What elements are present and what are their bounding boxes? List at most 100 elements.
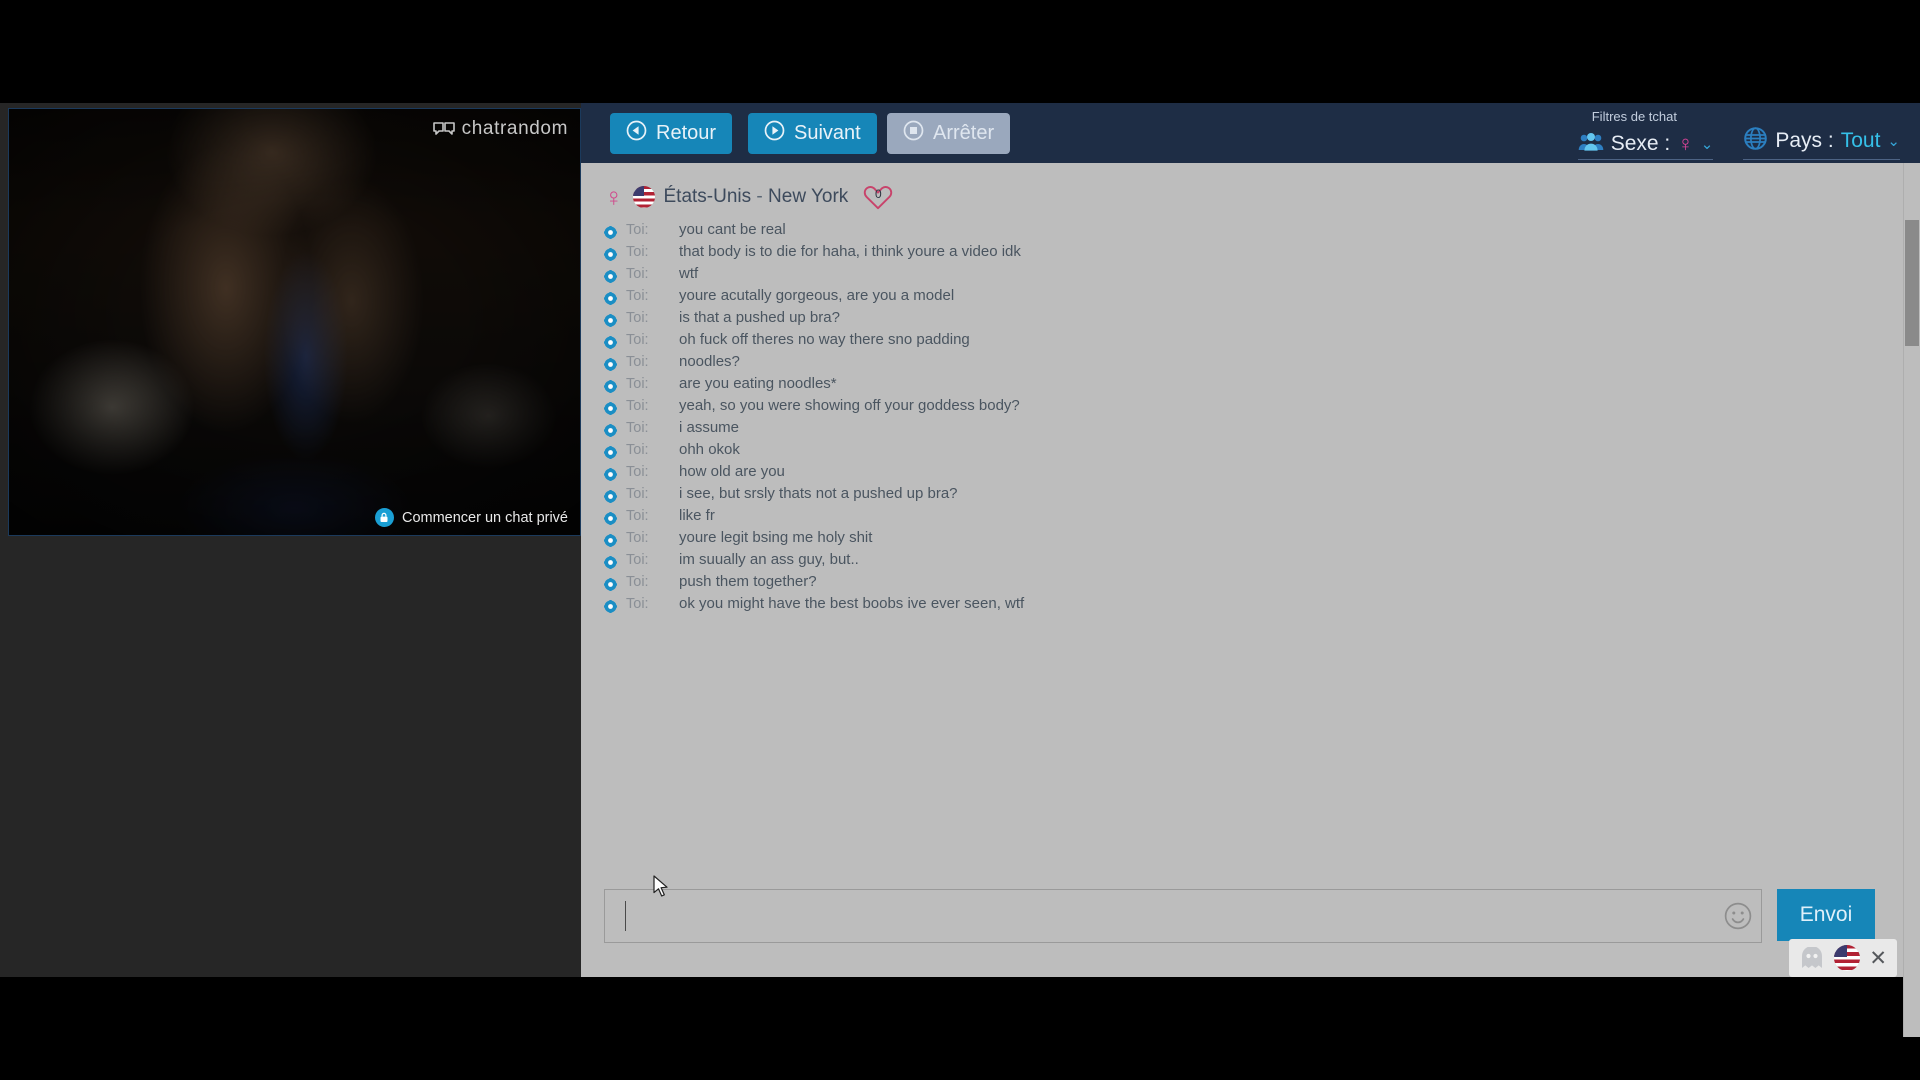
- country-filter[interactable]: Pays : Tout ⌄: [1743, 126, 1900, 160]
- gear-bullet-icon: [604, 225, 617, 239]
- message-author: Toi:: [626, 464, 649, 480]
- message-text: noodles?: [679, 353, 740, 370]
- gear-bullet-icon: [604, 599, 617, 613]
- message-author: Toi:: [626, 244, 649, 260]
- back-button[interactable]: Retour: [610, 113, 733, 154]
- chat-message-row: Toi: i see, but srsly thats not a pushed …: [604, 485, 1874, 507]
- message-text: im suually an ass guy, but..: [679, 551, 859, 568]
- message-text: that body is to die for haha, i think yo…: [679, 243, 1021, 260]
- location-separator: -: [756, 186, 763, 207]
- gender-filter-label: Sexe :: [1610, 132, 1671, 155]
- translate-widget[interactable]: ✕: [1789, 939, 1897, 977]
- like-button[interactable]: 0: [863, 184, 893, 210]
- gender-filter-value: ♀: [1677, 131, 1694, 156]
- gear-bullet-icon: [604, 357, 617, 371]
- chat-message-row: Toi: i assume: [604, 419, 1874, 441]
- chat-filters: Filtres de tchat Sexe: ♀ ⌄ Pays: Tout …: [1577, 109, 1900, 160]
- gear-bullet-icon: [604, 335, 617, 349]
- message-text: ok you might have the best boobs ive eve…: [679, 595, 1025, 612]
- partner-info-bar: ♀ États-Unis - New York 0: [604, 184, 893, 210]
- message-text: like fr: [679, 507, 715, 524]
- video-column: chatrandom Commencer un chat privé: [0, 103, 581, 977]
- ghost-avatar-icon: [1799, 946, 1825, 969]
- chat-message-row: Toi: is that a pushed up bra?: [604, 309, 1874, 331]
- start-private-chat-label: Commencer un chat privé: [401, 509, 568, 526]
- smiley-face-icon[interactable]: [1724, 902, 1752, 930]
- gender-filter[interactable]: Sexe : ♀ ⌄: [1577, 131, 1714, 160]
- like-count: 0: [874, 187, 882, 201]
- brand-name: chatrandom: [461, 118, 568, 139]
- country-filter-value: Tout: [1840, 129, 1881, 152]
- message-author: Toi:: [626, 332, 649, 348]
- remote-video-player[interactable]: chatrandom Commencer un chat privé: [8, 108, 581, 536]
- previous-arrow-icon: [626, 120, 647, 147]
- start-private-chat-button[interactable]: Commencer un chat privé: [374, 508, 568, 527]
- message-text: are you eating noodles*: [679, 375, 837, 392]
- chatrandom-watermark: chatrandom: [432, 118, 568, 140]
- message-author: Toi:: [626, 596, 649, 612]
- close-x-icon[interactable]: ✕: [1869, 948, 1887, 969]
- video-vignette: [9, 109, 580, 535]
- gear-bullet-icon: [604, 423, 617, 437]
- message-author: Toi:: [626, 442, 649, 458]
- stop-square-icon: [903, 120, 924, 147]
- next-button[interactable]: Suivant: [748, 113, 877, 154]
- chat-message-row: Toi: im suually an ass guy, but..: [604, 551, 1874, 573]
- us-flag-icon: [632, 186, 655, 208]
- gear-bullet-icon: [604, 291, 617, 305]
- partner-location: États-Unis - New York: [664, 186, 849, 208]
- screen: chatrandom Commencer un chat privé Retou…: [0, 0, 1920, 1080]
- message-author: Toi:: [626, 508, 649, 524]
- message-author: Toi:: [626, 486, 649, 502]
- chat-body: ♀ États-Unis - New York 0 Toi: you cant …: [581, 163, 1920, 1037]
- message-list: Toi: you cant be real Toi: that body is to …: [604, 221, 1874, 617]
- gear-bullet-icon: [604, 577, 617, 591]
- play-arrow-icon: [764, 120, 785, 147]
- message-author: Toi:: [626, 376, 649, 392]
- gear-bullet-icon: [604, 555, 617, 569]
- message-author: Toi:: [626, 222, 649, 238]
- message-text: is that a pushed up bra?: [679, 309, 840, 326]
- chat-message-row: Toi: oh fuck off theres no way there sno …: [604, 331, 1874, 353]
- back-label: Retour: [656, 122, 717, 144]
- chat-message-row: Toi: how old are you: [604, 463, 1874, 485]
- chat-message-row: Toi: are you eating noodles*: [604, 375, 1874, 397]
- message-author: Toi:: [626, 354, 649, 370]
- double-speech-bubble-icon: [432, 121, 456, 138]
- message-author: Toi:: [626, 574, 649, 590]
- message-author: Toi:: [626, 266, 649, 282]
- chat-filters-title: Filtres de tchat: [1591, 109, 1677, 124]
- chat-toolbar: Retour Suivant Arrêter Filtres de tchat …: [581, 103, 1920, 163]
- message-author: Toi:: [626, 288, 649, 304]
- us-flag-icon[interactable]: [1834, 945, 1861, 971]
- message-text: how old are you: [679, 463, 785, 480]
- message-input[interactable]: [604, 889, 1762, 943]
- gear-bullet-icon: [604, 489, 617, 503]
- gear-bullet-icon: [604, 467, 617, 481]
- gear-bullet-icon: [604, 445, 617, 459]
- chat-message-row: Toi: that body is to die for haha, i thin…: [604, 243, 1874, 265]
- message-text: youre acutally gorgeous, are you a model: [679, 287, 955, 304]
- message-author: Toi:: [626, 552, 649, 568]
- send-button[interactable]: Envoi: [1777, 889, 1875, 941]
- next-label: Suivant: [794, 122, 861, 144]
- chat-column: Retour Suivant Arrêter Filtres de tchat …: [581, 103, 1920, 1037]
- message-text: ohh okok: [679, 441, 740, 458]
- text-caret: [625, 901, 626, 931]
- chat-scrollbar-thumb[interactable]: [1905, 220, 1919, 346]
- lock-icon: [374, 508, 394, 527]
- message-text: i see, but srsly thats not a pushed up b…: [679, 485, 958, 502]
- message-text: i assume: [679, 419, 740, 436]
- gear-bullet-icon: [604, 401, 617, 415]
- message-author: Toi:: [626, 310, 649, 326]
- message-author: Toi:: [626, 420, 649, 436]
- chat-scrollbar-track[interactable]: [1903, 163, 1920, 1037]
- stop-button[interactable]: Arrêter: [887, 113, 1011, 154]
- message-author: Toi:: [626, 398, 649, 414]
- chat-message-row: Toi: youre legit bsing me holy shit: [604, 529, 1874, 551]
- message-text: you cant be real: [679, 221, 786, 238]
- gear-bullet-icon: [604, 533, 617, 547]
- partner-region: New York: [768, 186, 849, 207]
- people-group-icon: [1578, 132, 1604, 156]
- chat-message-row: Toi: you cant be real: [604, 221, 1874, 243]
